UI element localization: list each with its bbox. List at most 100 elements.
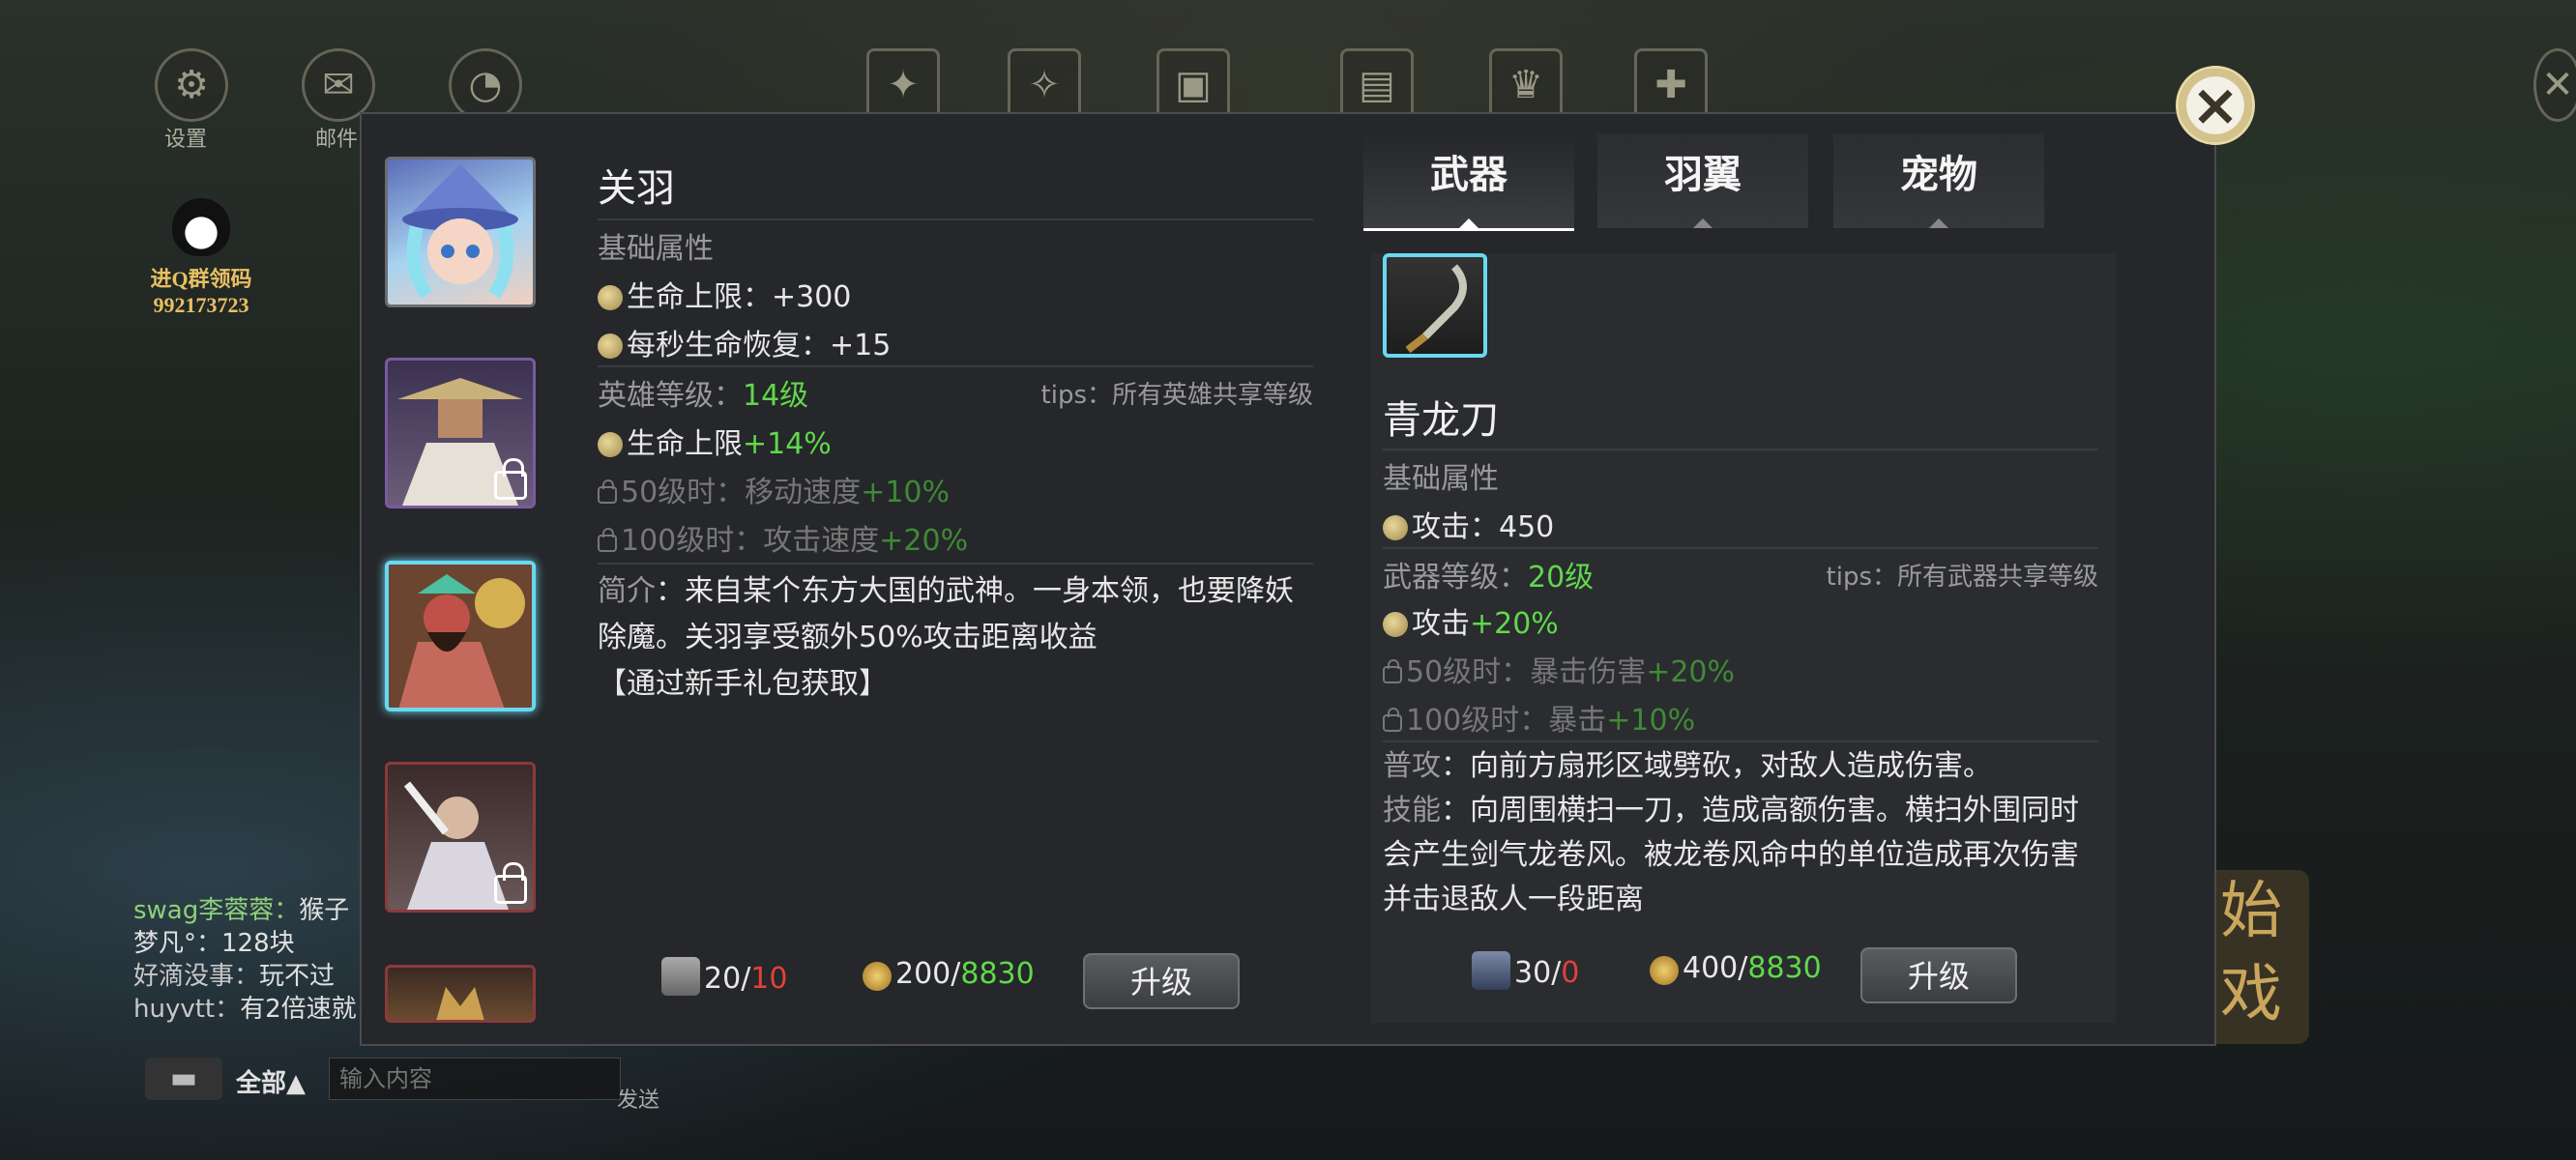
hero-locked-bonus-1: 50级时：移动速度+10%: [598, 468, 950, 510]
coin-bullet-icon: [598, 334, 623, 359]
hero-slot-partial[interactable]: [385, 965, 536, 1023]
tab-indicator-icon: [1929, 218, 1948, 228]
weapon-level-bonus: 攻击+20%: [1383, 599, 1559, 642]
chat-channel-select[interactable]: 全部▲: [236, 1063, 306, 1099]
chat-message: huyvtt：有2倍速就: [133, 993, 357, 1026]
chat-text: 猴子: [299, 896, 350, 925]
hero-slot-locked-1[interactable]: [385, 358, 536, 508]
weapon-upgrade-button[interactable]: 升级: [1860, 947, 2017, 1003]
hero-attr-regen: 每秒生命恢复：+15: [627, 329, 892, 362]
weapon-normal-label: 普攻: [1383, 749, 1441, 783]
hero-name: 关羽: [598, 166, 675, 211]
chat-text: 玩不过: [259, 962, 336, 991]
hero-level-bonus-value: +14%: [743, 427, 832, 461]
divider: [1383, 449, 2098, 450]
weapon-locked-2-label: 100级时：暴击: [1406, 704, 1607, 738]
coin-bullet-icon: [598, 285, 623, 310]
hero-upgrade-button[interactable]: 升级: [1083, 953, 1240, 1009]
tab-indicator-icon: [1459, 218, 1478, 228]
divider: [1383, 547, 2098, 549]
tab-weapon[interactable]: 武器: [1363, 133, 1574, 231]
qq-group-badge[interactable]: 进Q群领码 992173723: [143, 198, 259, 318]
clock-icon[interactable]: ◔: [449, 48, 522, 122]
weapon-locked-1-label: 50级时：暴击伤害: [1406, 655, 1647, 689]
hero-slot-wizard[interactable]: [385, 157, 536, 307]
tab-pet[interactable]: 宠物: [1833, 133, 2044, 228]
hero-cost-item-sep: /: [741, 962, 751, 996]
gold-coin-icon: [863, 962, 892, 991]
weapon-level-tips: tips：所有武器共享等级: [1826, 563, 2098, 592]
chat-sender: huyvtt：: [133, 995, 241, 1024]
settings-label: 设置: [164, 128, 208, 152]
top-menu-icon-2[interactable]: ✧: [1008, 48, 1081, 122]
weapon-locked-1-value: +20%: [1646, 655, 1736, 689]
hero-slot-locked-2[interactable]: [385, 762, 536, 913]
hero-detail-section: 关羽 基础属性 生命上限：+300 每秒生命恢复：+15 英雄等级：14级 ti…: [586, 133, 1313, 1023]
hero-level-label: 英雄等级：: [598, 379, 743, 413]
equipment-section: 武器 羽翼 宠物 青龙刀 基础属性 攻击：450 武器等级：20级 tips：所…: [1363, 133, 2195, 1032]
divider: [598, 365, 1313, 367]
treasure-chest-icon[interactable]: ▤: [1340, 48, 1414, 122]
chat-input[interactable]: [329, 1058, 621, 1100]
weapon-locked-bonus-2: 100级时：暴击+10%: [1383, 696, 1695, 739]
weapon-detail-box: 青龙刀 基础属性 攻击：450 武器等级：20级 tips：所有武器共享等级 攻…: [1371, 253, 2116, 1023]
mail-label: 邮件: [315, 128, 359, 152]
hero-cost-gold: 200/8830: [863, 957, 1035, 991]
weapon-cost-item-sep: /: [1551, 956, 1562, 990]
edge-icon[interactable]: ✕: [2533, 48, 2576, 122]
hero-intro: 简介：来自某个东方大国的武神。一身本领，也要降妖除魔。关羽享受额外50%攻击距离…: [598, 568, 1294, 708]
weapon-slot-qinglong[interactable]: [1383, 253, 1487, 358]
tab-wings[interactable]: 羽翼: [1597, 133, 1808, 228]
hero-cost-gold-total: 8830: [960, 957, 1035, 991]
weapon-cost-gold: 400/8830: [1650, 951, 1822, 985]
weapon-level-value: 20级: [1528, 561, 1595, 594]
coin-bullet-icon: [1383, 612, 1408, 637]
weapon-skill-text: ：向周围横扫一刀，造成高额伤害。横扫外围同时会产生剑气龙卷风。被龙卷风命中的单位…: [1383, 794, 2079, 916]
weapon-skill: 技能：向周围横扫一刀，造成高额伤害。横扫外围同时会产生剑气龙卷风。被龙卷风命中的…: [1383, 789, 2098, 922]
chat-sender: 梦凡°：: [133, 929, 222, 958]
tab-indicator-icon: [1693, 218, 1712, 228]
mail-icon[interactable]: ✉: [302, 48, 375, 122]
chat-text: 128块: [221, 929, 295, 958]
gold-coin-icon: [1650, 956, 1679, 985]
hero-slot-guanyu-selected[interactable]: [385, 561, 536, 711]
hero-attr-hp: 生命上限：+300: [627, 280, 852, 314]
weapon-attr-row: 攻击：450: [1383, 503, 1554, 545]
weapon-normal-text: ：向前方扇形区域劈砍，对敌人造成伤害。: [1441, 749, 1992, 783]
lock-icon: [494, 458, 527, 500]
chat-send-button[interactable]: 发送: [617, 1083, 659, 1114]
chat-message: swag李蓉蓉：猴子: [133, 894, 357, 927]
hero-level-bonus: 生命上限+14%: [598, 420, 832, 462]
settings-gear-icon[interactable]: ⚙: [155, 48, 228, 122]
weapon-normal-attack: 普攻：向前方扇形区域劈砍，对敌人造成伤害。: [1383, 744, 2098, 789]
weapon-attr-attack: 攻击：450: [1412, 510, 1555, 544]
hero-level-value: 14级: [743, 379, 809, 413]
top-menu-icon-1[interactable]: ✦: [866, 48, 940, 122]
weapon-level-bonus-label: 攻击: [1412, 607, 1470, 641]
hero-attr-row: 每秒生命恢复：+15: [598, 321, 891, 363]
qq-group-line2: 992173723: [153, 293, 249, 317]
hero-level-row: 英雄等级：14级: [598, 371, 808, 414]
chat-message: 好滴没事：玩不过: [133, 960, 357, 993]
divider: [598, 218, 1313, 220]
hero-level-tips: tips：所有英雄共享等级: [1040, 381, 1313, 410]
hero-intro-text: ：来自某个东方大国的武神。一身本领，也要降妖除魔。关羽享受额外50%攻击距离收益: [598, 574, 1294, 654]
small-lock-icon: [1383, 708, 1402, 732]
weapon-cost-item-have: 30: [1514, 956, 1552, 990]
weapon-cost-gold-sep: /: [1738, 951, 1748, 985]
weapon-name: 青龙刀: [1383, 398, 1499, 443]
divider: [598, 563, 1313, 565]
chat-text: 有2倍速就: [240, 995, 357, 1024]
hero-intro-source: 【通过新手礼包获取】: [598, 667, 888, 701]
qq-group-line1: 进Q群领码: [150, 267, 252, 291]
top-menu-icon-3[interactable]: ▣: [1156, 48, 1230, 122]
hero-cost-item-have: 20: [704, 962, 742, 996]
trophy-icon[interactable]: ♛: [1489, 48, 1563, 122]
hero-locked-1-label: 50级时：移动速度: [621, 476, 862, 509]
close-icon[interactable]: ×: [2176, 66, 2255, 145]
weapon-cost-gold-total: 8830: [1747, 951, 1822, 985]
tab-wings-label: 羽翼: [1664, 153, 1742, 197]
chat-toggle-icon[interactable]: ▬: [145, 1058, 222, 1100]
gift-icon[interactable]: ✚: [1634, 48, 1708, 122]
weapon-level-label: 武器等级：: [1383, 561, 1528, 594]
